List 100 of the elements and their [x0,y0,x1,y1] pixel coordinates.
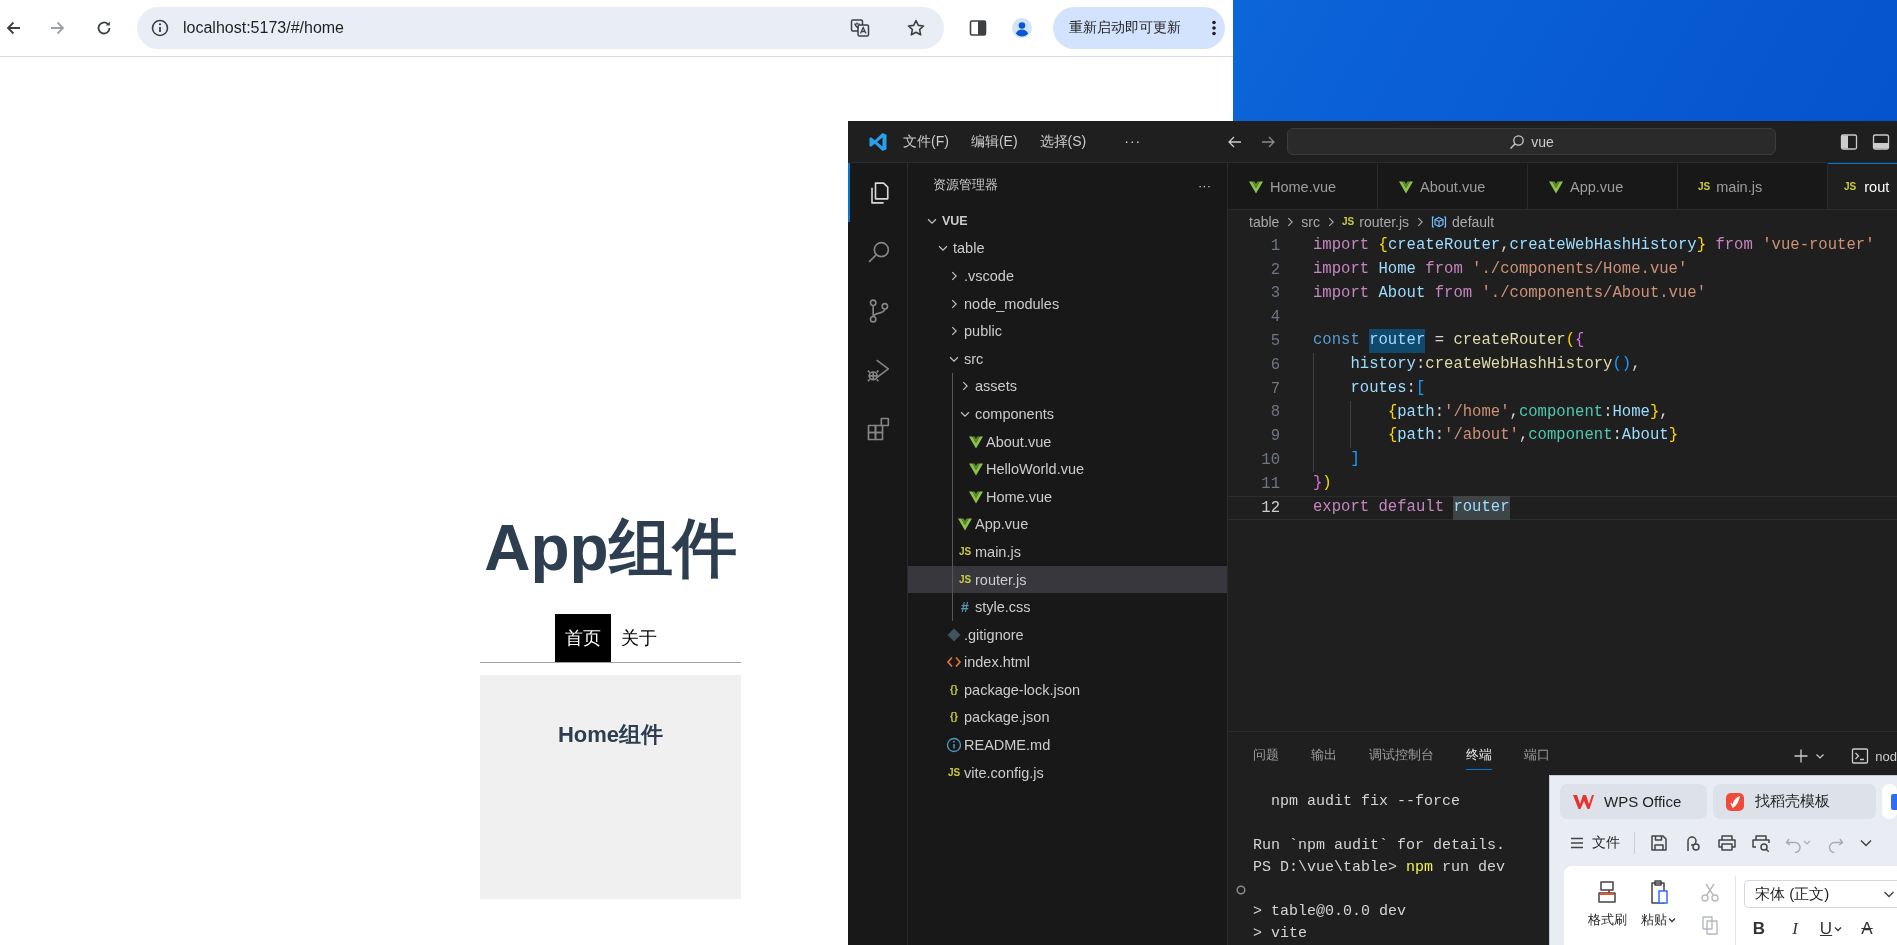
diamond-icon [946,626,962,643]
leaf-app-icon [1725,791,1745,812]
info-icon [151,19,169,37]
tree-item[interactable]: src [908,344,1227,373]
editor-tab[interactable]: JS rout [1828,163,1897,209]
terminal-icon[interactable] [1851,747,1870,765]
translate-icon[interactable] [850,18,870,38]
plus-icon[interactable] [1793,748,1810,764]
format-button[interactable]: I [1780,916,1810,942]
menu-item[interactable]: 选择(S) [1039,132,1087,151]
editor-tab[interactable]: Home.vue [1228,163,1378,209]
more-actions[interactable]: ··· [1198,177,1211,193]
app-tab[interactable]: WPS Office [1560,784,1707,819]
star-icon[interactable] [906,18,926,38]
w-logo-icon [1572,792,1594,811]
file-menu[interactable]: 文件 [1570,833,1620,852]
line-number: 6 [1269,355,1280,374]
print-search-icon[interactable] [1751,832,1771,853]
font-select[interactable]: 宋体 (正文) [1744,880,1897,908]
line-number: 3 [1269,284,1280,303]
command-marker-icon[interactable] [1236,885,1246,895]
breadcrumb-item[interactable]: src [1301,214,1321,230]
code-line: import About from './components/About.vue' [1313,282,1707,304]
line-number: 11 [1260,474,1280,493]
caret-icon[interactable] [1815,751,1826,761]
tree-item[interactable]: {} package.json [908,703,1227,732]
tree-item[interactable]: public [908,317,1227,345]
tree-item[interactable]: VUE [908,207,1227,235]
code-line: import {createRouter,createWebHashHistory} from 'vue-router' [1313,235,1875,256]
panel-toggle-icon[interactable] [1872,132,1890,151]
terminal-line: Run `npm audit` for details. [1253,836,1506,856]
terminal-name[interactable]: nod [1875,748,1897,764]
tree-item[interactable]: Home.vue [908,482,1227,511]
tree-item[interactable]: {} package-lock.json [908,676,1227,704]
breadcrumb-item[interactable]: JS router.js [1342,214,1410,230]
file-type-label: {} [950,711,958,724]
print-icon[interactable] [1717,832,1737,853]
line-number: 5 [1269,332,1280,351]
menu-item[interactable]: 编辑(E) [970,132,1018,151]
line-number: 12 [1260,498,1280,517]
search-field[interactable]: vue [1287,128,1776,155]
nav-link[interactable]: 首页 [554,614,611,662]
panel-tab[interactable]: 调试控制台 [1369,742,1434,770]
panel-tab[interactable]: 端口 [1524,742,1550,770]
terminal-line: > vite [1253,924,1307,944]
line-number: 7 [1269,379,1280,398]
line-number: 4 [1269,308,1280,327]
code-line: ] [1313,449,1360,471]
tree-item[interactable]: table [908,234,1227,263]
panel-tab[interactable]: 终端 [1466,742,1492,770]
profile-icon[interactable] [1011,17,1033,39]
format-button[interactable]: B [1744,916,1774,942]
format-painter-button[interactable]: 格式刷 [1579,866,1635,945]
code-line: import Home from './components/Home.vue' [1313,258,1688,280]
url-text: localhost:5173/#/home [183,19,344,37]
address-bar[interactable]: localhost:5173/#/home [137,7,944,49]
tree-item[interactable]: HelloWorld.vue [908,455,1227,483]
tree-item[interactable]: App.vue [908,510,1227,539]
tree-item[interactable]: index.html [908,648,1227,677]
panel-tab[interactable]: 输出 [1311,742,1337,770]
file-type-label: JS [947,766,961,779]
sidebar-toggle-icon[interactable] [1840,132,1858,151]
app-tab[interactable]: 找稻壳模板 [1713,784,1876,819]
terminal-line: npm audit fix --force [1270,792,1461,812]
tree-item[interactable]: JS vite.config.js [908,758,1227,787]
panel-tab[interactable]: 问题 [1253,742,1279,770]
caret-icon [1667,916,1676,924]
editor-tab[interactable]: App.vue [1528,163,1678,209]
file-type-label: JS [958,545,972,558]
nav-link[interactable]: 关于 [610,614,667,662]
tree-item[interactable]: README.md [908,731,1227,759]
update-button[interactable]: 重新启动即可更新 [1053,7,1225,49]
save-icon[interactable] [1649,832,1669,853]
tree-item[interactable]: node_modules [908,289,1227,318]
format-button[interactable]: A [1852,916,1882,942]
breadcrumb-item[interactable]: table [1249,214,1280,230]
tree-item[interactable]: components [908,400,1227,428]
paste-button[interactable]: 粘贴 [1635,866,1681,945]
tree-item[interactable]: JS main.js [908,538,1227,566]
tree-item[interactable]: .gitignore [908,620,1227,649]
app-tab[interactable] [1882,784,1897,819]
editor-tab[interactable]: About.vue [1378,163,1528,209]
format-button[interactable]: U [1816,916,1846,942]
code-line: {path:'/about',component:About} [1313,425,1678,448]
tree-item[interactable]: assets [908,372,1227,401]
tree-item[interactable]: .vscode [908,262,1227,290]
breadcrumb-item[interactable]: default [1431,214,1495,230]
logo-icon[interactable] [868,131,888,152]
tree-item[interactable]: JS router.js [908,565,1227,594]
menu-icon[interactable] [1211,19,1217,37]
code-line: }) [1313,472,1332,494]
v-shape-icon [957,516,973,533]
menu-item[interactable]: 文件(F) [903,132,949,151]
file-type-label: JS [958,573,972,586]
side-panel-icon[interactable] [969,19,987,37]
v-shape-icon [968,461,984,478]
line-number: 1 [1269,236,1280,255]
menu-item[interactable]: ··· [1124,132,1142,151]
tree-item[interactable]: About.vue [908,427,1227,456]
tree-item[interactable]: # style.css [908,593,1227,621]
